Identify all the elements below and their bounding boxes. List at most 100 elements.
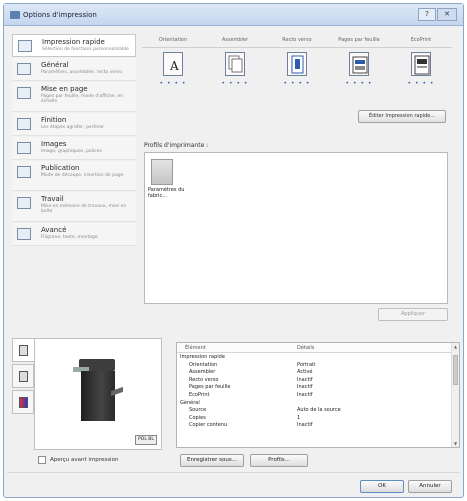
duplex-option-dots[interactable]: • • • •: [282, 80, 312, 87]
nav-item-quick-print[interactable]: Impression rapide Sélection de fonctions…: [12, 34, 136, 57]
pages-per-sheet-option-dots[interactable]: • • • •: [344, 80, 374, 87]
quick-print-header: Orientation Assembler Recto verso Pages …: [142, 34, 452, 48]
nav-item-desc: Paramètres, assemblée, recto verso: [41, 70, 122, 75]
profile-thumbnail-icon[interactable]: [151, 159, 173, 185]
quick-print-panel: Orientation Assembler Recto verso Pages …: [142, 34, 452, 334]
scroll-down-icon[interactable]: ▼: [452, 440, 459, 447]
table-row[interactable]: Copies 1: [177, 415, 451, 423]
general-icon: [17, 63, 31, 75]
row-label: EcoPrint: [189, 391, 210, 398]
table-row[interactable]: Général: [177, 400, 451, 408]
collate-icon[interactable]: [225, 52, 245, 76]
row-label: Copies: [189, 414, 206, 421]
duplex-icon[interactable]: [287, 52, 307, 76]
quick-print-icon: [18, 40, 32, 52]
table-row[interactable]: Orientation Portrait: [177, 362, 451, 370]
window-title: Options d'impression: [23, 11, 97, 19]
group-label: Impression rapide: [180, 354, 225, 360]
preview-side-tabs: [12, 338, 34, 450]
collate-option-dots[interactable]: • • • •: [220, 80, 250, 87]
row-value: 1: [297, 414, 301, 421]
table-row[interactable]: Source Auto de la source: [177, 407, 451, 415]
scroll-up-icon[interactable]: ▲: [452, 343, 459, 350]
ok-button[interactable]: OK: [360, 480, 404, 493]
row-label: Source: [189, 407, 207, 414]
nav-item-publishing[interactable]: Publication Mode de découpe, insertion d…: [12, 161, 136, 191]
nav-item-desc: Mise en mémoire de travaux, mise en boît…: [41, 204, 127, 214]
row-label: Assembler: [189, 369, 216, 376]
col-ecoprint: EcoPrint: [410, 37, 432, 43]
details-rows: Impression rapide Orientation Portrait As…: [177, 354, 451, 430]
edit-quick-print-button[interactable]: Éditer Impression rapide...: [358, 110, 446, 123]
nav-item-desc: Mode de découpe, insertion de page: [41, 173, 124, 178]
row-value: Portrait: [297, 361, 316, 368]
nav-item-desc: Filigrane, texte, montage: [41, 235, 98, 240]
color-icon: [19, 397, 28, 408]
nav-item-advanced[interactable]: Avancé Filigrane, texte, montage: [12, 223, 136, 246]
table-row[interactable]: EcoPrint Inactif: [177, 392, 451, 400]
print-preview-label: Aperçu avant impression: [50, 457, 119, 463]
print-preview-checkbox[interactable]: [38, 456, 46, 464]
window-controls: ? ✕: [418, 8, 457, 21]
nav-item-layout[interactable]: Mise en page Pages par feuille, mode d'a…: [12, 82, 136, 112]
nav-item-title: Finition: [41, 116, 67, 124]
table-row[interactable]: Impression rapide: [177, 354, 451, 362]
details-scrollbar[interactable]: ▲ ▼: [451, 343, 459, 447]
orientation-portrait-icon[interactable]: A: [163, 52, 183, 76]
row-label: Recto verso: [189, 376, 219, 383]
profiles-list: Paramètres du fabric...: [144, 152, 448, 304]
settings-navigation: Impression rapide Sélection de fonctions…: [12, 34, 136, 334]
unit-badge[interactable]: POL BL: [135, 435, 157, 445]
cancel-button[interactable]: Annuler: [408, 480, 452, 493]
nav-item-job[interactable]: Travail Mise en mémoire de travaux, mise…: [12, 192, 136, 222]
table-row[interactable]: Assembler Activé: [177, 369, 451, 377]
nav-item-title: Général: [41, 61, 69, 69]
pages-per-sheet-icon[interactable]: [349, 52, 369, 76]
page-icon: [19, 371, 28, 382]
row-value: Inactif: [297, 422, 313, 429]
profiles-button[interactable]: Profils...: [250, 454, 308, 467]
nav-item-imaging[interactable]: Images Image, graphiques, polices: [12, 137, 136, 160]
apply-profile-button[interactable]: Appliquer: [378, 308, 448, 321]
print-preview-option[interactable]: Aperçu avant impression: [38, 456, 118, 464]
tab-color-preview[interactable]: [12, 390, 34, 414]
ecoprint-icon[interactable]: [411, 52, 431, 76]
nav-item-finishing[interactable]: Finition Les étapes agrafer, perforer: [12, 113, 136, 136]
settings-details-table: Élément Détails Impression rapide Orient…: [176, 342, 460, 448]
svg-text:A: A: [169, 59, 179, 73]
table-row[interactable]: Copier contenu Inactif: [177, 422, 451, 430]
column-header-details[interactable]: Détails: [297, 345, 314, 351]
bottom-area: POL BL Aperçu avant impression Élément D…: [12, 338, 460, 468]
column-header-item[interactable]: Élément: [185, 345, 206, 351]
scrollbar-thumb[interactable]: [453, 355, 458, 385]
row-value: Activé: [297, 369, 313, 376]
profiles-label: Profils d'imprimante :: [144, 142, 209, 149]
col-collate: Assembler: [221, 37, 249, 43]
title-bar: Options d'impression ? ✕: [4, 4, 463, 26]
col-pages-per-sheet: Pages par feuille: [338, 37, 380, 43]
nav-item-desc: Les étapes agrafer, perforer: [41, 125, 105, 130]
help-button[interactable]: ?: [418, 8, 436, 21]
group-label: Général: [180, 399, 200, 406]
printer-icon: [19, 345, 28, 356]
table-row[interactable]: Pages par feuille Inactif: [177, 384, 451, 392]
tab-page-preview[interactable]: [12, 364, 34, 388]
nav-item-title: Mise en page: [41, 85, 88, 93]
row-value: Inactif: [297, 376, 313, 383]
tab-printer-preview[interactable]: [12, 338, 34, 362]
ecoprint-option-dots[interactable]: • • • •: [406, 80, 436, 87]
close-button[interactable]: ✕: [437, 8, 457, 21]
orientation-option-dots[interactable]: • • • •: [158, 80, 188, 87]
table-row[interactable]: Recto verso Inactif: [177, 377, 451, 385]
nav-item-desc: Pages par feuille, mode d'affiche, en éc…: [41, 94, 124, 104]
nav-item-title: Publication: [41, 164, 80, 172]
nav-item-general[interactable]: Général Paramètres, assemblée, recto ver…: [12, 58, 136, 81]
imaging-icon: [17, 142, 31, 154]
footer-divider: [7, 472, 460, 473]
printer-preview: POL BL: [34, 338, 162, 450]
publishing-icon: [17, 166, 31, 178]
profile-name[interactable]: Paramètres du fabric...: [148, 187, 188, 199]
save-as-button[interactable]: Enregistrer sous...: [180, 454, 244, 467]
col-orientation: Orientation: [158, 37, 188, 43]
layout-icon: [17, 87, 31, 99]
